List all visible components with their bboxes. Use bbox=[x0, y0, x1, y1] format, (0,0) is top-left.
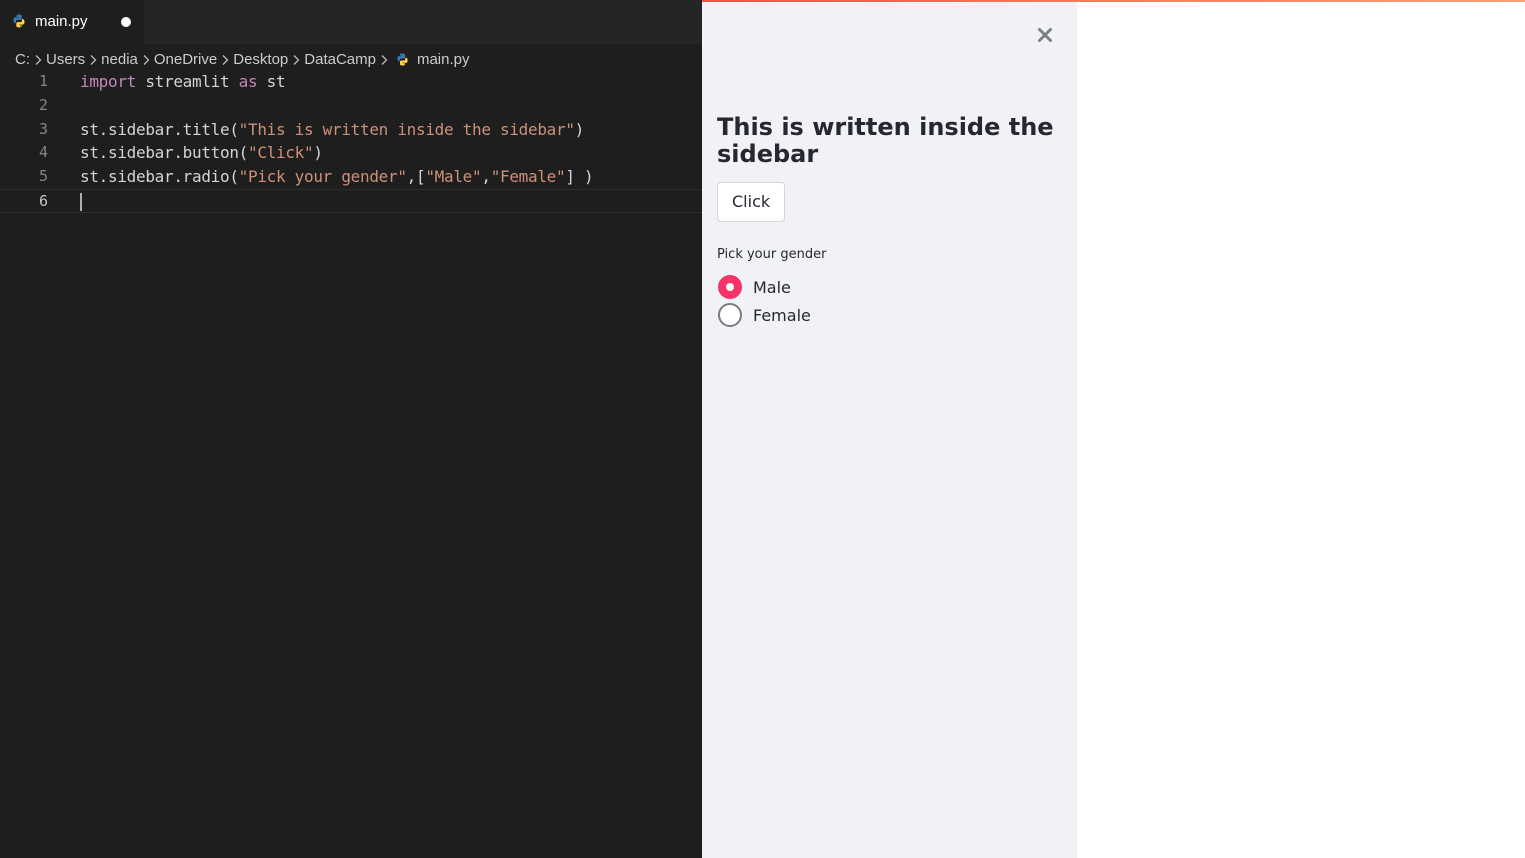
radio-unselected-icon bbox=[718, 303, 742, 327]
line-number: 6 bbox=[38, 191, 48, 210]
breadcrumb-item[interactable]: Users bbox=[46, 51, 85, 68]
radio-option-label: Male bbox=[753, 277, 791, 297]
breadcrumb-item[interactable]: C: bbox=[15, 51, 30, 68]
line-number: 1 bbox=[38, 72, 48, 90]
code-token: "Pick your gender" bbox=[238, 167, 407, 187]
python-file-icon bbox=[13, 14, 25, 28]
breadcrumb-item[interactable]: OneDrive bbox=[154, 51, 217, 68]
click-button[interactable]: Click bbox=[717, 182, 786, 222]
code-line[interactable]: 5 st.sidebar.radio("Pick your gender",["M… bbox=[0, 165, 702, 189]
code-token: ,[ bbox=[406, 167, 426, 187]
breadcrumb: C: Users nedia OneDrive Desktop DataCamp main.… bbox=[15, 48, 470, 70]
code-editor: main.py C: Users nedia OneDrive Desktop DataC… bbox=[0, 0, 702, 858]
unsaved-indicator-icon[interactable] bbox=[121, 17, 131, 27]
chevron-right-icon bbox=[138, 52, 154, 67]
code-token: st.sidebar.button( bbox=[80, 143, 248, 163]
chevron-right-icon bbox=[85, 52, 101, 67]
line-number: 4 bbox=[38, 143, 48, 162]
code-token: as bbox=[238, 72, 258, 91]
code-line[interactable]: 2 bbox=[0, 94, 702, 118]
radio-option-female[interactable]: Female bbox=[718, 302, 811, 328]
close-sidebar-button[interactable] bbox=[1032, 22, 1058, 48]
radio-group-label: Pick your gender bbox=[717, 247, 827, 262]
code-line[interactable]: 6 bbox=[0, 188, 702, 213]
tab-main-py[interactable]: main.py bbox=[0, 0, 144, 44]
breadcrumb-item[interactable]: DataCamp bbox=[304, 51, 376, 68]
code-token: "Female" bbox=[490, 167, 566, 187]
chevron-right-icon bbox=[217, 52, 233, 67]
breadcrumb-item[interactable]: main.py bbox=[417, 51, 470, 68]
code-token: ) bbox=[574, 119, 585, 139]
python-file-icon bbox=[397, 52, 408, 66]
code-token: ) bbox=[313, 143, 323, 163]
editor-tab-bar: main.py bbox=[0, 0, 702, 44]
radio-option-male[interactable]: Male bbox=[718, 274, 791, 300]
code-token: "Male" bbox=[425, 167, 482, 187]
code-token: , bbox=[481, 167, 491, 187]
radio-option-label: Female bbox=[753, 305, 811, 325]
breadcrumb-item[interactable]: Desktop bbox=[233, 51, 288, 68]
code-token: ] ) bbox=[565, 167, 594, 187]
code-line[interactable]: 3 st.sidebar.title("This is written insid… bbox=[0, 118, 702, 142]
code-area[interactable]: 1 import streamlit as st 2 3 st.sidebar.titl… bbox=[0, 70, 702, 213]
line-text: st.sidebar.radio("Pick your gender",["Ma… bbox=[80, 165, 594, 189]
line-text: st.sidebar.title("This is written inside… bbox=[80, 118, 584, 142]
chevron-right-icon bbox=[288, 52, 304, 67]
line-number: 2 bbox=[38, 95, 48, 114]
line-number: 5 bbox=[38, 167, 48, 186]
radio-selected-icon bbox=[718, 275, 742, 299]
line-text: import streamlit as st bbox=[80, 70, 286, 94]
code-token: st.sidebar.title( bbox=[80, 119, 239, 139]
streamlit-app: This is written inside the sidebar Click… bbox=[702, 0, 1525, 858]
text-cursor bbox=[80, 192, 82, 211]
code-token: "This is written inside the sidebar" bbox=[238, 119, 575, 139]
line-text: st.sidebar.button("Click") bbox=[80, 141, 323, 165]
code-token: "Click" bbox=[248, 143, 314, 163]
code-line[interactable]: 4 st.sidebar.button("Click") bbox=[0, 141, 702, 165]
chevron-right-icon bbox=[376, 52, 392, 67]
code-token: streamlit bbox=[136, 72, 239, 91]
code-token: st.sidebar.radio( bbox=[80, 167, 239, 187]
sidebar: This is written inside the sidebar Click… bbox=[702, 2, 1077, 858]
code-line[interactable]: 1 import streamlit as st bbox=[0, 70, 702, 94]
breadcrumb-item[interactable]: nedia bbox=[101, 51, 138, 68]
code-token: import bbox=[80, 72, 136, 91]
tab-label: main.py bbox=[35, 13, 88, 30]
code-token: st bbox=[257, 72, 286, 91]
sidebar-title: This is written inside the sidebar bbox=[717, 113, 1054, 168]
line-number: 3 bbox=[38, 119, 48, 138]
chevron-right-icon bbox=[30, 52, 46, 67]
close-icon bbox=[1038, 28, 1052, 42]
